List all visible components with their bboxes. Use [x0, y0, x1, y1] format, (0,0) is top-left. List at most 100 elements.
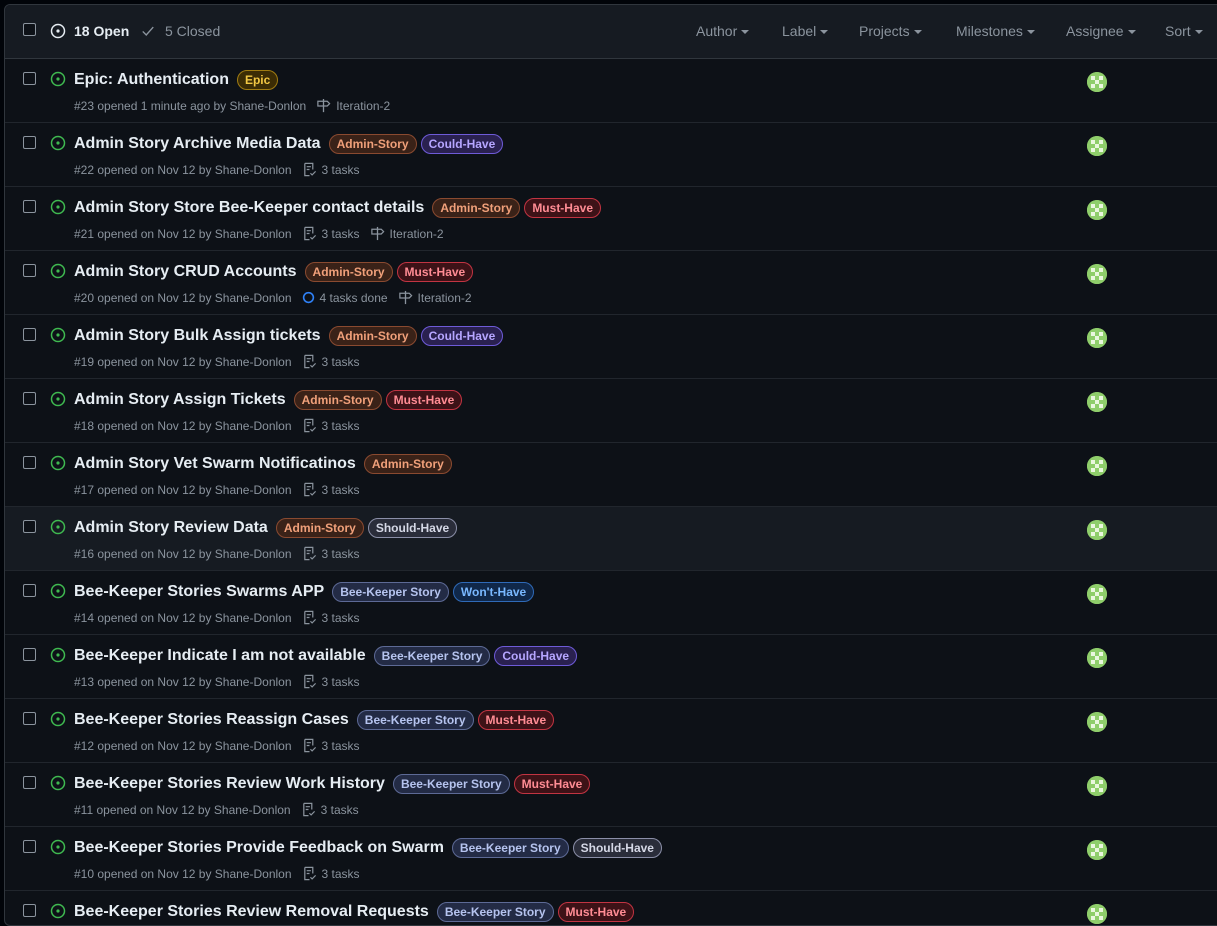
task-progress[interactable]: 3 tasks	[302, 162, 360, 177]
issue-title-link[interactable]: Bee-Keeper Stories Review Work History	[74, 775, 385, 793]
issue-title-link[interactable]: Admin Story Assign Tickets	[74, 391, 286, 409]
issue-checkbox[interactable]	[23, 136, 36, 149]
issue-label[interactable]: Must-Have	[385, 390, 463, 410]
issue-label[interactable]: Must-Have	[396, 262, 474, 282]
issue-row[interactable]: Bee-Keeper Stories Swarms APP Bee-Keeper …	[5, 571, 1217, 635]
issue-label[interactable]: Admin-Story	[304, 262, 393, 282]
assignee-avatar[interactable]	[1087, 456, 1107, 476]
issue-label[interactable]: Could-Have	[420, 134, 504, 154]
issue-title-link[interactable]: Admin Story CRUD Accounts	[74, 263, 297, 281]
task-progress[interactable]: 4 tasks done	[302, 291, 388, 305]
issue-label[interactable]: Admin-Story	[363, 454, 452, 474]
task-progress[interactable]: 3 tasks	[302, 354, 360, 369]
issue-row[interactable]: Admin Story CRUD Accounts Admin-Story Must…	[5, 251, 1217, 315]
issue-label[interactable]: Must-Have	[477, 710, 555, 730]
issue-label[interactable]: Admin-Story	[293, 390, 382, 410]
assignee-avatar[interactable]	[1087, 264, 1107, 284]
issue-title-link[interactable]: Bee-Keeper Stories Provide Feedback on S…	[74, 839, 444, 857]
task-progress[interactable]: 3 tasks	[302, 418, 360, 433]
open-issues-tab[interactable]: 18 Open	[50, 23, 129, 39]
issue-row[interactable]: Admin Story Store Bee-Keeper contact det…	[5, 187, 1217, 251]
task-progress[interactable]: 3 tasks	[301, 802, 359, 817]
issue-checkbox[interactable]	[23, 520, 36, 533]
assignee-avatar[interactable]	[1087, 520, 1107, 540]
milestone-link[interactable]: Iteration-2	[316, 98, 390, 113]
issue-label[interactable]: Admin-Story	[432, 198, 521, 218]
issue-label[interactable]: Should-Have	[367, 518, 458, 538]
task-progress[interactable]: 3 tasks	[302, 546, 360, 561]
issue-label[interactable]: Won't-Have	[452, 582, 535, 602]
issue-row[interactable]: Bee-Keeper Indicate I am not available Be…	[5, 635, 1217, 699]
closed-issues-tab[interactable]: 5 Closed	[141, 23, 220, 39]
issue-label[interactable]: Bee-Keeper Story	[373, 646, 491, 666]
filter-sort[interactable]: Sort	[1165, 23, 1203, 39]
milestone-link[interactable]: Iteration-2	[370, 226, 444, 241]
issue-title-link[interactable]: Bee-Keeper Stories Reassign Cases	[74, 711, 349, 729]
assignee-avatar[interactable]	[1087, 72, 1107, 92]
assignee-avatar[interactable]	[1087, 584, 1107, 604]
issue-label[interactable]: Could-Have	[420, 326, 504, 346]
task-progress[interactable]: 3 tasks	[302, 866, 360, 881]
issue-label[interactable]: Bee-Keeper Story	[451, 838, 569, 858]
issue-label[interactable]: Bee-Keeper Story	[392, 774, 510, 794]
issue-checkbox[interactable]	[23, 328, 36, 341]
issue-label[interactable]: Epic	[236, 70, 279, 90]
assignee-avatar[interactable]	[1087, 392, 1107, 412]
issue-title-link[interactable]: Admin Story Bulk Assign tickets	[74, 327, 321, 345]
issue-row[interactable]: Bee-Keeper Stories Reassign Cases Bee-Kee…	[5, 699, 1217, 763]
assignee-avatar[interactable]	[1087, 136, 1107, 156]
issue-title-link[interactable]: Admin Story Review Data	[74, 519, 268, 537]
issue-label[interactable]: Bee-Keeper Story	[356, 710, 474, 730]
milestone-link[interactable]: Iteration-2	[398, 290, 472, 305]
filter-author[interactable]: Author	[696, 23, 750, 39]
issue-checkbox[interactable]	[23, 712, 36, 725]
task-progress[interactable]: 3 tasks	[302, 226, 360, 241]
filter-milestones[interactable]: Milestones	[956, 23, 1035, 39]
issue-title-link[interactable]: Bee-Keeper Stories Review Removal Reques…	[74, 903, 429, 921]
issue-title-link[interactable]: Admin Story Vet Swarm Notificatinos	[74, 455, 356, 473]
task-progress[interactable]: 3 tasks	[302, 738, 360, 753]
issue-title-link[interactable]: Epic: Authentication	[74, 71, 229, 89]
issue-checkbox[interactable]	[23, 200, 36, 213]
issue-row[interactable]: Epic: Authentication Epic #23 opened 1 min…	[5, 59, 1217, 123]
assignee-avatar[interactable]	[1087, 840, 1107, 860]
issue-label[interactable]: Must-Have	[513, 774, 591, 794]
issue-label[interactable]: Bee-Keeper Story	[332, 582, 449, 602]
assignee-avatar[interactable]	[1087, 328, 1107, 348]
issue-row[interactable]: Bee-Keeper Stories Provide Feedback on S…	[5, 827, 1217, 891]
issue-row[interactable]: Admin Story Assign Tickets Admin-Story Mus…	[5, 379, 1217, 443]
issue-checkbox[interactable]	[23, 264, 36, 277]
issue-checkbox[interactable]	[23, 456, 36, 469]
filter-assignee[interactable]: Assignee	[1066, 23, 1136, 39]
issue-row[interactable]: Admin Story Vet Swarm Notificatinos Admin…	[5, 443, 1217, 507]
issue-checkbox[interactable]	[23, 776, 36, 789]
assignee-avatar[interactable]	[1087, 904, 1107, 924]
issue-row[interactable]: Bee-Keeper Stories Review Work History Be…	[5, 763, 1217, 827]
issue-row[interactable]: Admin Story Archive Media Data Admin-Stor…	[5, 123, 1217, 187]
assignee-avatar[interactable]	[1087, 648, 1107, 668]
select-all-checkbox[interactable]	[23, 23, 36, 36]
issue-title-link[interactable]: Admin Story Archive Media Data	[74, 135, 321, 153]
issue-row[interactable]: Admin Story Review Data Admin-Story Should…	[5, 507, 1217, 571]
issue-label[interactable]: Should-Have	[572, 838, 662, 858]
issue-title-link[interactable]: Admin Story Store Bee-Keeper contact det…	[74, 199, 424, 217]
issue-label[interactable]: Must-Have	[524, 198, 601, 218]
filter-projects[interactable]: Projects	[859, 23, 922, 39]
issue-title-link[interactable]: Bee-Keeper Indicate I am not available	[74, 647, 366, 665]
filter-label[interactable]: Label	[782, 23, 829, 39]
issue-checkbox[interactable]	[23, 72, 36, 85]
task-progress[interactable]: 3 tasks	[302, 482, 360, 497]
assignee-avatar[interactable]	[1087, 776, 1107, 796]
issue-row[interactable]: Admin Story Bulk Assign tickets Admin-Sto…	[5, 315, 1217, 379]
assignee-avatar[interactable]	[1087, 200, 1107, 220]
issue-label[interactable]: Admin-Story	[275, 518, 364, 538]
task-progress[interactable]: 3 tasks	[302, 610, 360, 625]
issue-label[interactable]: Must-Have	[557, 902, 635, 922]
issue-checkbox[interactable]	[23, 648, 36, 661]
assignee-avatar[interactable]	[1087, 712, 1107, 732]
issue-checkbox[interactable]	[23, 392, 36, 405]
issue-title-link[interactable]: Bee-Keeper Stories Swarms APP	[74, 583, 324, 601]
issue-label[interactable]: Could-Have	[494, 646, 578, 666]
task-progress[interactable]: 3 tasks	[302, 674, 360, 689]
issue-checkbox[interactable]	[23, 904, 36, 917]
